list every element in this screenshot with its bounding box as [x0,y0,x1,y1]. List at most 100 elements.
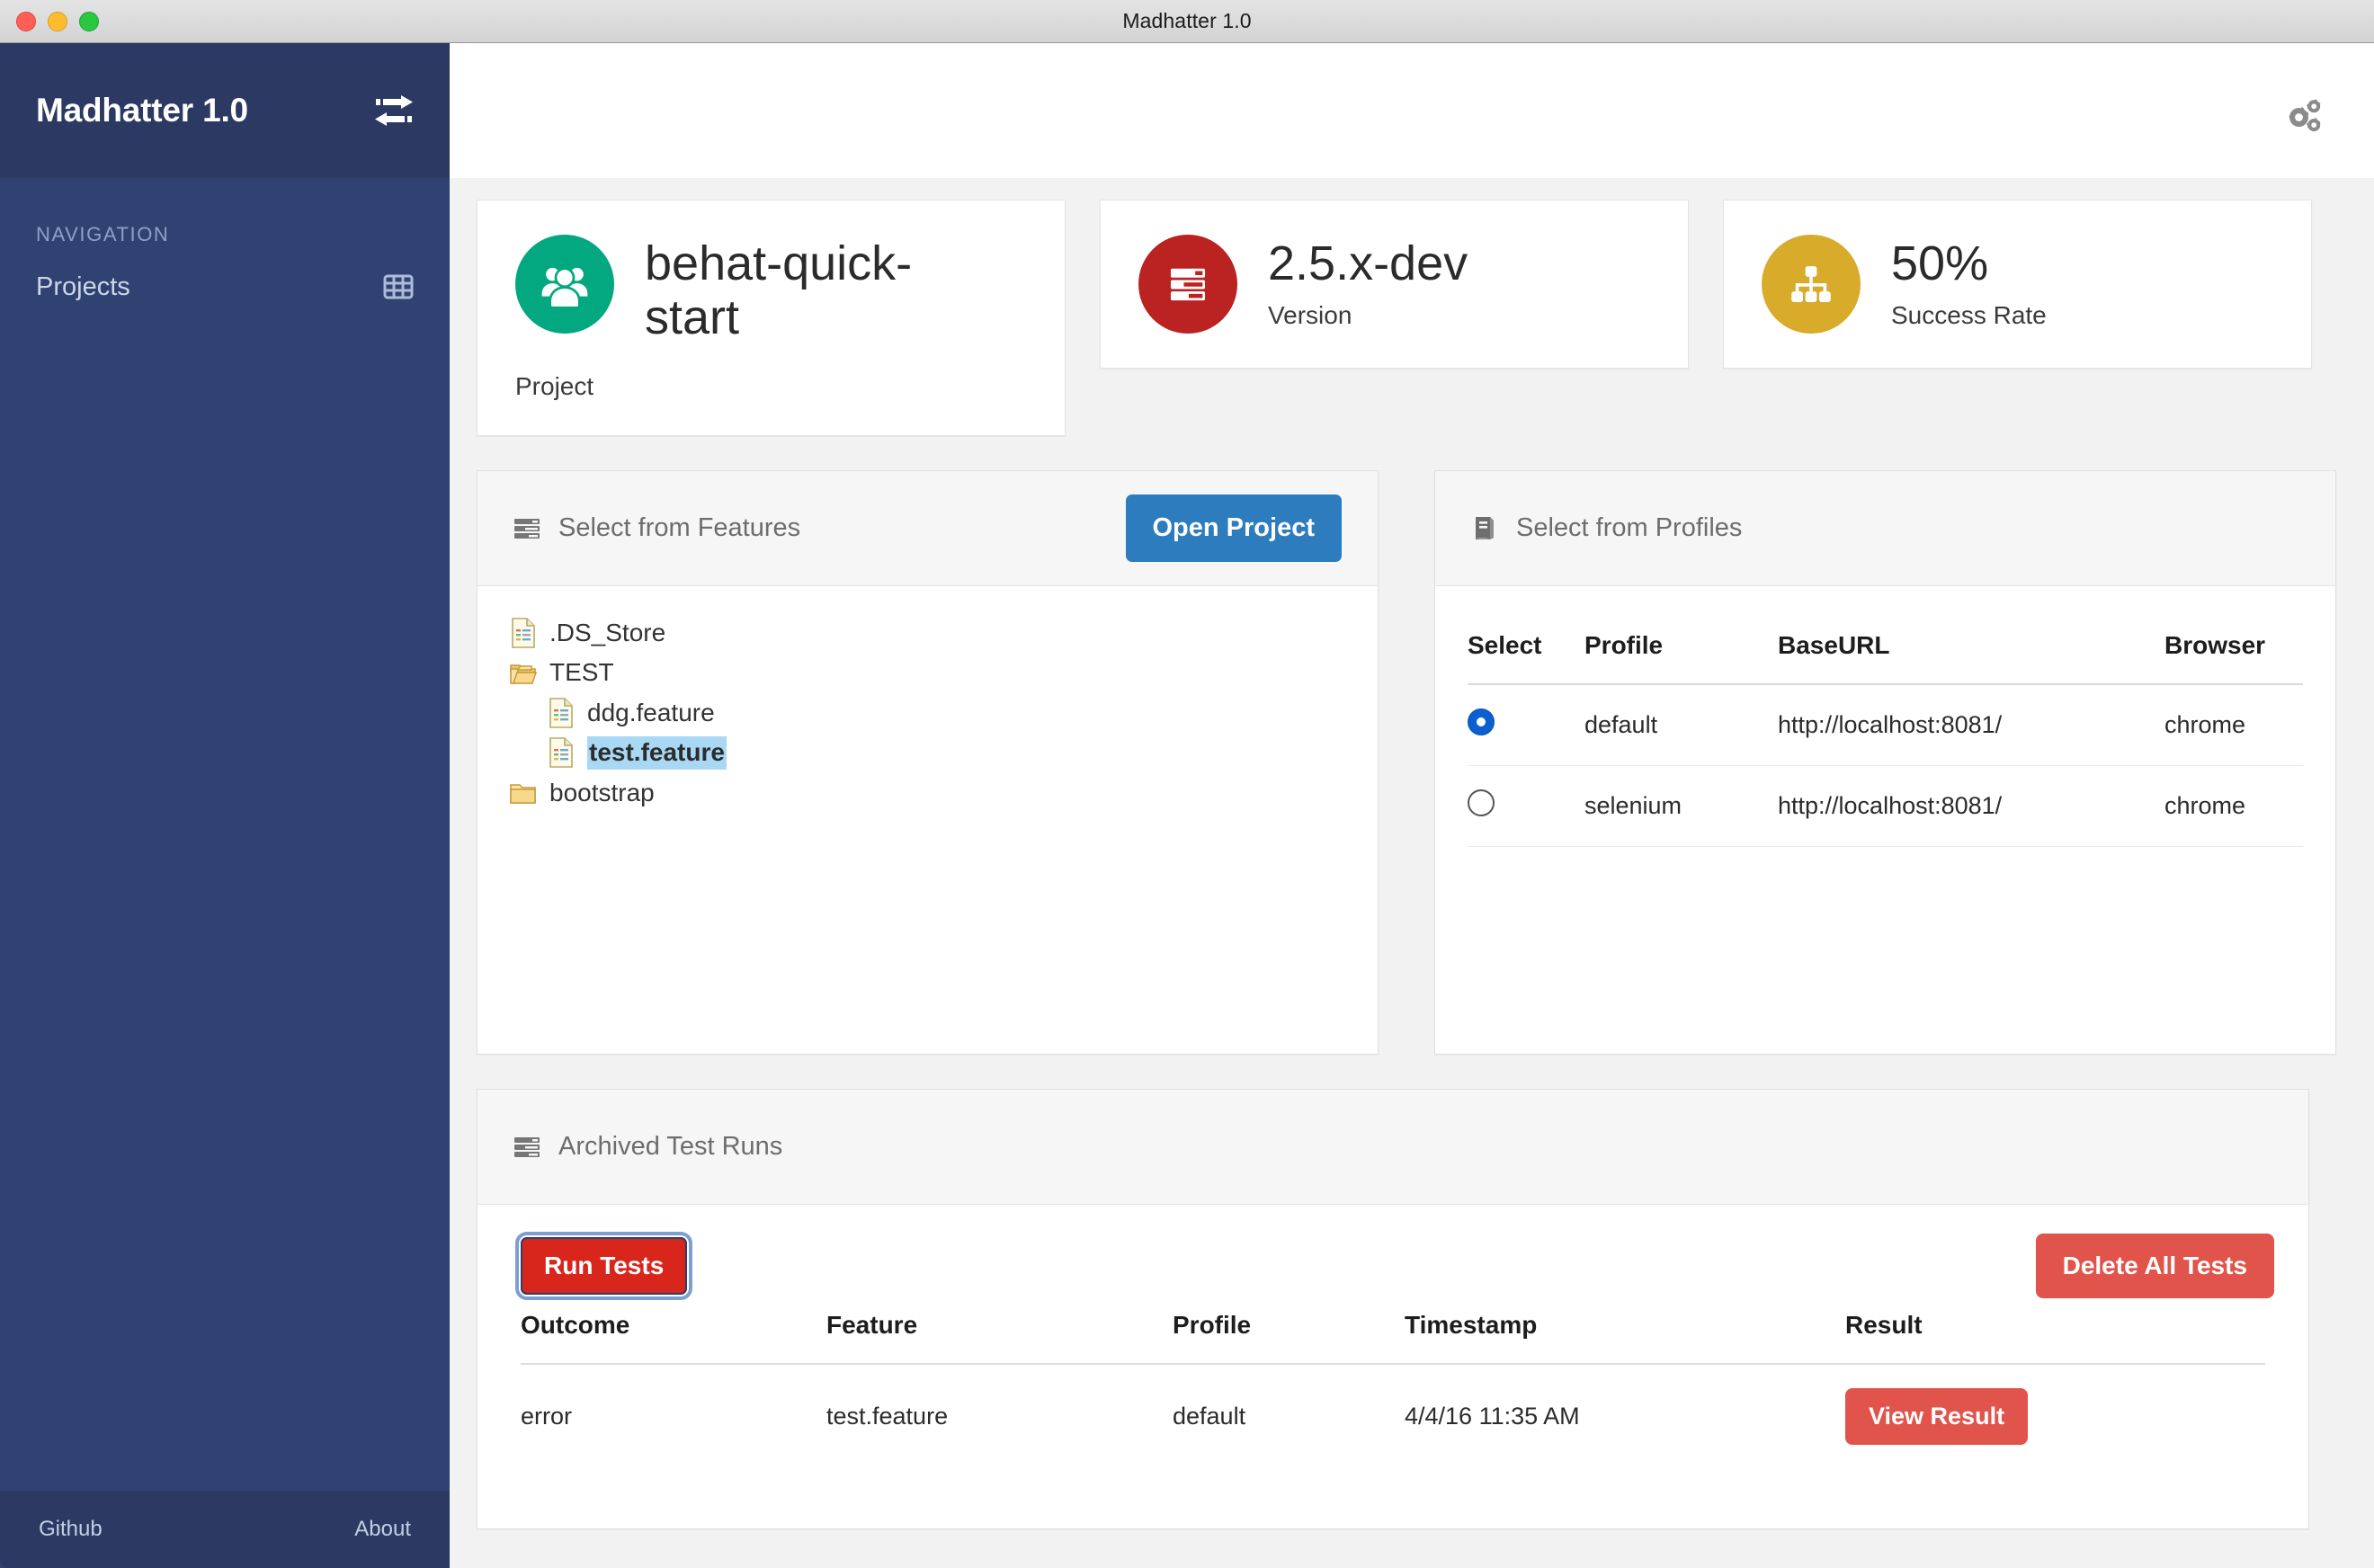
col-profile: Profile [1173,1298,1405,1364]
table-grid-icon [383,272,414,302]
tree-item-test-feature[interactable]: test.feature [510,733,1345,772]
delete-all-tests-button[interactable]: Delete All Tests [2036,1234,2274,1298]
run-timestamp: 4/4/16 11:35 AM [1405,1364,1845,1468]
col-feature: Feature [826,1298,1173,1364]
archived-runs-title: Archived Test Runs [558,1132,782,1162]
tree-item-ds-store[interactable]: .DS_Store [510,613,1345,653]
panels-row: Select from Features Open Project [477,470,2336,1055]
archived-runs-panel: Archived Test Runs Run Tests Delete All … [477,1089,2309,1529]
sitemap-icon [1762,235,1861,334]
file-icon [548,737,575,768]
col-result: Result [1845,1298,2265,1364]
users-group-icon [515,235,614,334]
sidebar: Madhatter 1.0 NAVIGATION Projects [0,43,450,1568]
run-result-cell: View Result [1845,1364,2265,1468]
archived-runs-header: Archived Test Runs [477,1090,2308,1205]
tree-item-label: TEST [549,656,614,689]
content-area: behat-quick-start Project [450,178,2374,1568]
maximize-window-button[interactable] [79,12,99,31]
features-panel: Select from Features Open Project [477,470,1379,1055]
profile-radio-cell[interactable] [1468,765,1584,846]
about-link[interactable]: About [354,1517,411,1542]
profiles-panel: Select from Profiles Select Profile Base… [1434,470,2336,1055]
features-panel-body: .DS_Store [477,586,1378,1054]
profile-browser: chrome [2164,684,2303,766]
open-project-button[interactable]: Open Project [1126,494,1343,562]
sidebar-header: Madhatter 1.0 [0,43,450,178]
server-icon [1138,235,1237,334]
table-row[interactable]: selenium http://localhost:8081/ chrome [1468,765,2303,846]
col-timestamp: Timestamp [1405,1298,1845,1364]
archived-runs-table: Outcome Feature Profile Timestamp Result… [521,1298,2265,1468]
book-icon [1471,514,1498,541]
profiles-panel-header: Select from Profiles [1435,471,2335,586]
view-result-button[interactable]: View Result [1845,1388,2028,1445]
profiles-table-header-row: Select Profile BaseURL Browser [1468,613,2303,684]
sidebar-footer: Github About [0,1491,450,1568]
folder-open-icon [510,658,537,689]
stat-label-version: Version [1268,301,1468,330]
stat-card-success: 50% Success Rate [1723,200,2312,369]
profile-baseurl: http://localhost:8081/ [1778,684,2164,766]
table-row[interactable]: default http://localhost:8081/ chrome [1468,684,2303,766]
minimize-window-button[interactable] [48,12,67,31]
app-body: Madhatter 1.0 NAVIGATION Projects [0,43,2374,1568]
file-icon [548,698,575,728]
archived-runs-body: Run Tests Delete All Tests Outcome Featu… [477,1205,2308,1528]
sidebar-item-projects[interactable]: Projects [0,246,450,327]
github-link[interactable]: Github [39,1517,103,1542]
top-toolbar [450,43,2374,178]
profile-radio-cell[interactable] [1468,684,1584,766]
col-profile: Profile [1584,613,1778,684]
col-outcome: Outcome [521,1298,826,1364]
profile-browser: chrome [2164,765,2303,846]
stat-label-project: Project [515,372,1029,401]
window-titlebar: Madhatter 1.0 [0,0,2374,43]
stat-value-project: behat-quick-start [645,236,977,345]
sidebar-item-label: Projects [36,272,130,302]
tree-item-test-folder[interactable]: TEST [510,653,1345,692]
run-feature: test.feature [826,1364,1173,1468]
window-title: Madhatter 1.0 [1122,9,1251,33]
tree-item-ddg-feature[interactable]: ddg.feature [510,693,1345,733]
tree-item-bootstrap-folder[interactable]: bootstrap [510,773,1345,813]
file-icon [510,618,537,648]
app-window: Madhatter 1.0 Madhatter 1.0 NAVIGA [0,0,2374,1568]
profile-radio-default[interactable] [1468,708,1495,735]
features-panel-title: Select from Features [558,513,800,543]
col-browser: Browser [2164,613,2303,684]
exchange-arrows-icon[interactable] [374,94,414,128]
feature-file-tree: .DS_Store [510,613,1345,813]
stat-card-project: behat-quick-start Project [477,200,1066,436]
col-baseurl: BaseURL [1778,613,2164,684]
run-tests-button[interactable]: Run Tests [521,1237,687,1295]
nav-section-label: NAVIGATION [0,178,450,246]
stat-cards-row: behat-quick-start Project [477,200,2336,436]
tree-item-label: ddg.feature [587,697,715,729]
profiles-panel-title: Select from Profiles [1516,513,1742,543]
window-traffic-lights [16,12,99,31]
sidebar-spacer [0,327,450,1491]
close-window-button[interactable] [16,12,36,31]
run-profile: default [1173,1364,1405,1468]
archived-table-header-row: Outcome Feature Profile Timestamp Result [521,1298,2265,1364]
cogs-icon[interactable] [2283,97,2325,135]
tree-item-label: bootstrap [549,777,655,809]
profile-baseurl: http://localhost:8081/ [1778,765,2164,846]
main-content: behat-quick-start Project [450,43,2374,1568]
stat-label-success: Success Rate [1891,301,2047,330]
server-list-icon [513,514,540,541]
folder-icon [510,778,537,808]
run-outcome: error [521,1364,826,1468]
tree-item-label: .DS_Store [549,617,665,649]
archive-actions: Run Tests Delete All Tests [477,1205,2308,1298]
features-panel-header: Select from Features Open Project [477,471,1378,586]
profiles-table: Select Profile BaseURL Browser [1468,613,2303,847]
app-brand: Madhatter 1.0 [36,92,248,129]
profile-name: default [1584,684,1778,766]
stat-value-success: 50% [1891,236,2047,290]
profile-name: selenium [1584,765,1778,846]
col-select: Select [1468,613,1584,684]
profile-radio-selenium[interactable] [1468,789,1495,816]
profiles-panel-body: Select Profile BaseURL Browser [1435,586,2335,1054]
